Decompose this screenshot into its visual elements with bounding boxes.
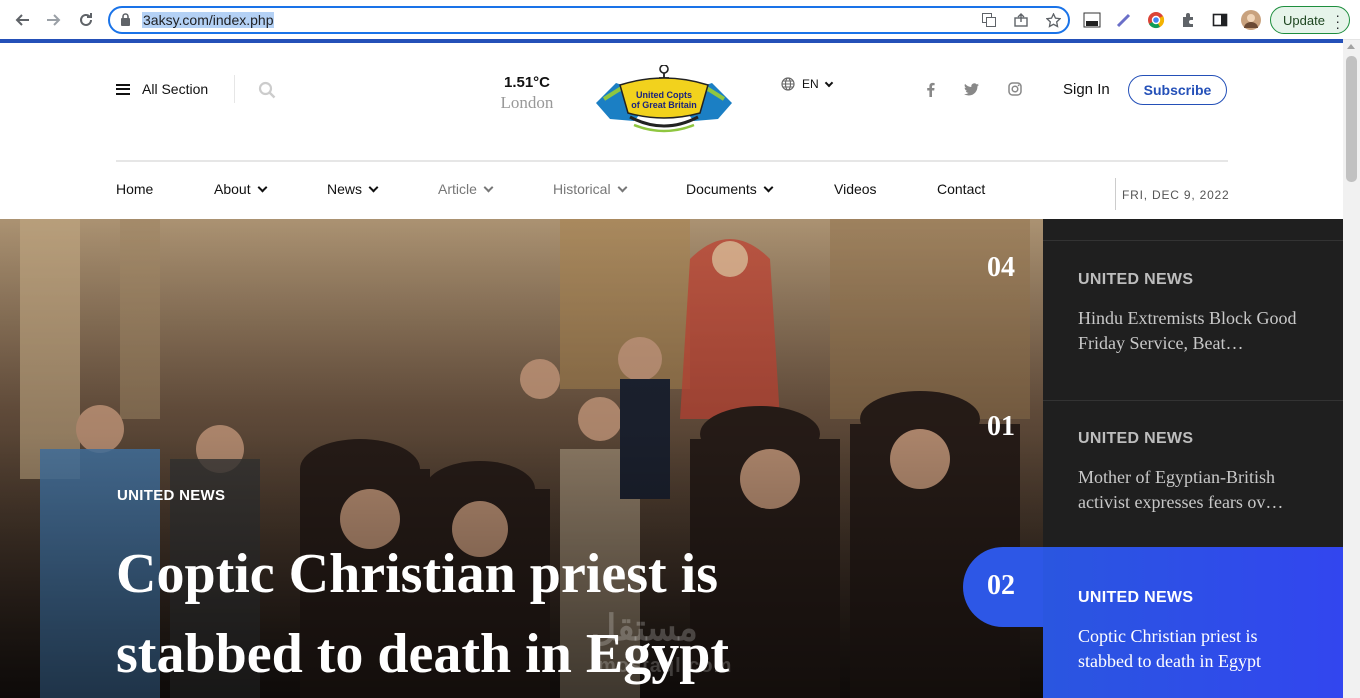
update-button[interactable]: Update · · · bbox=[1270, 6, 1350, 34]
temperature: 1.51°C bbox=[503, 74, 551, 91]
chevron-down-icon bbox=[824, 78, 833, 87]
all-section-button[interactable]: All Section bbox=[116, 81, 208, 97]
instagram-icon[interactable] bbox=[1007, 81, 1023, 97]
menu-item-documents[interactable]: Documents bbox=[686, 181, 774, 197]
menu-label: News bbox=[327, 181, 363, 197]
menu-item-about[interactable]: About bbox=[214, 181, 268, 197]
forward-icon[interactable] bbox=[43, 9, 65, 31]
menu-item-videos[interactable]: Videos bbox=[834, 181, 877, 197]
news-category-active[interactable]: UNITED NEWS bbox=[1078, 589, 1193, 607]
subscribe-button[interactable]: Subscribe bbox=[1128, 75, 1227, 105]
globe-icon bbox=[781, 77, 795, 91]
svg-text:of Great Britain: of Great Britain bbox=[631, 100, 697, 110]
divider bbox=[1043, 400, 1343, 401]
all-section-label: All Section bbox=[142, 81, 209, 97]
hamburger-icon bbox=[116, 83, 130, 95]
menu-label: Home bbox=[116, 181, 154, 197]
header-divider bbox=[116, 160, 1228, 162]
search-icon[interactable] bbox=[258, 81, 276, 99]
menu-label: Contact bbox=[937, 181, 986, 197]
bookmark-star-icon[interactable] bbox=[1044, 11, 1062, 29]
menu-label: Historical bbox=[553, 181, 611, 197]
news-title[interactable]: Mother of Egyptian-British activist expr… bbox=[1078, 465, 1310, 515]
url-text[interactable]: 3aksy.com/index.php bbox=[142, 12, 275, 28]
menu-item-contact[interactable]: Contact bbox=[937, 181, 985, 197]
divider bbox=[234, 75, 235, 103]
website: All Section 1.51°C London United Copts o… bbox=[0, 43, 1343, 698]
scroll-thumb[interactable] bbox=[1346, 56, 1357, 182]
menu-item-news[interactable]: News bbox=[327, 181, 379, 197]
chrome-extension-icon[interactable] bbox=[1146, 10, 1166, 30]
divider bbox=[1043, 240, 1343, 241]
divider bbox=[1115, 178, 1116, 210]
twitter-icon[interactable] bbox=[963, 81, 979, 97]
hero-category[interactable]: UNITED NEWS bbox=[117, 487, 225, 504]
menu-item-article[interactable]: Article bbox=[438, 181, 494, 197]
city: London bbox=[500, 93, 554, 112]
address-bar[interactable]: 3aksy.com/index.php bbox=[108, 6, 1070, 34]
menu-item-home[interactable]: Home bbox=[116, 181, 153, 197]
language-label: EN bbox=[802, 77, 819, 91]
lock-icon[interactable] bbox=[120, 13, 131, 26]
share-icon[interactable] bbox=[1012, 11, 1030, 29]
hero-title[interactable]: Coptic Christian priest is stabbed to de… bbox=[116, 534, 876, 694]
menu-label: Article bbox=[438, 181, 477, 197]
back-icon[interactable] bbox=[11, 9, 33, 31]
side-panel-icon[interactable] bbox=[1210, 10, 1230, 30]
menu-item-historical[interactable]: Historical bbox=[553, 181, 628, 197]
chevron-down-icon bbox=[257, 182, 268, 192]
svg-text:United Copts: United Copts bbox=[636, 90, 692, 100]
news-extension-icon[interactable] bbox=[1082, 10, 1102, 30]
update-label: Update bbox=[1283, 12, 1325, 28]
menu-label: About bbox=[214, 181, 251, 197]
news-number: 04 bbox=[987, 252, 1015, 283]
sign-in-link[interactable]: Sign In bbox=[1063, 81, 1110, 98]
chevron-down-icon bbox=[483, 182, 494, 192]
chevron-down-icon bbox=[368, 182, 379, 192]
profile-avatar-icon[interactable] bbox=[1241, 10, 1261, 30]
news-title-active[interactable]: Coptic Christian priest is stabbed to de… bbox=[1078, 624, 1310, 674]
scroll-up-icon[interactable] bbox=[1347, 44, 1355, 49]
pen-extension-icon[interactable] bbox=[1114, 10, 1134, 30]
site-header: All Section 1.51°C London United Copts o… bbox=[0, 43, 1343, 219]
facebook-icon[interactable] bbox=[922, 81, 938, 97]
browser-toolbar: 3aksy.com/index.php Update · · · bbox=[0, 0, 1360, 40]
reload-icon[interactable] bbox=[75, 9, 97, 31]
puzzle-extensions-icon[interactable] bbox=[1178, 10, 1198, 30]
menu-label: Videos bbox=[834, 181, 877, 197]
news-category[interactable]: UNITED NEWS bbox=[1078, 271, 1193, 289]
language-selector[interactable]: EN bbox=[781, 77, 833, 91]
hero-article[interactable]: مستقل mostaql.com UNITED NEWS Coptic Chr… bbox=[0, 219, 1043, 698]
news-category[interactable]: UNITED NEWS bbox=[1078, 430, 1193, 448]
active-item-highlight bbox=[963, 547, 1343, 698]
news-title[interactable]: Hindu Extremists Block Good Friday Servi… bbox=[1078, 306, 1310, 356]
current-date: FRI, DEC 9, 2022 bbox=[1122, 188, 1230, 202]
translate-icon[interactable] bbox=[980, 11, 998, 29]
news-number-active: 02 bbox=[987, 570, 1015, 601]
chevron-down-icon bbox=[617, 182, 628, 192]
menu-label: Documents bbox=[686, 181, 757, 197]
menu-dots-icon[interactable]: · · · bbox=[1335, 8, 1340, 34]
page-scrollbar[interactable] bbox=[1343, 40, 1360, 698]
site-logo[interactable]: United Copts of Great Britain bbox=[590, 65, 738, 137]
chevron-down-icon bbox=[763, 182, 774, 192]
weather-widget: 1.51°C London bbox=[494, 74, 560, 113]
news-number: 01 bbox=[987, 411, 1015, 442]
